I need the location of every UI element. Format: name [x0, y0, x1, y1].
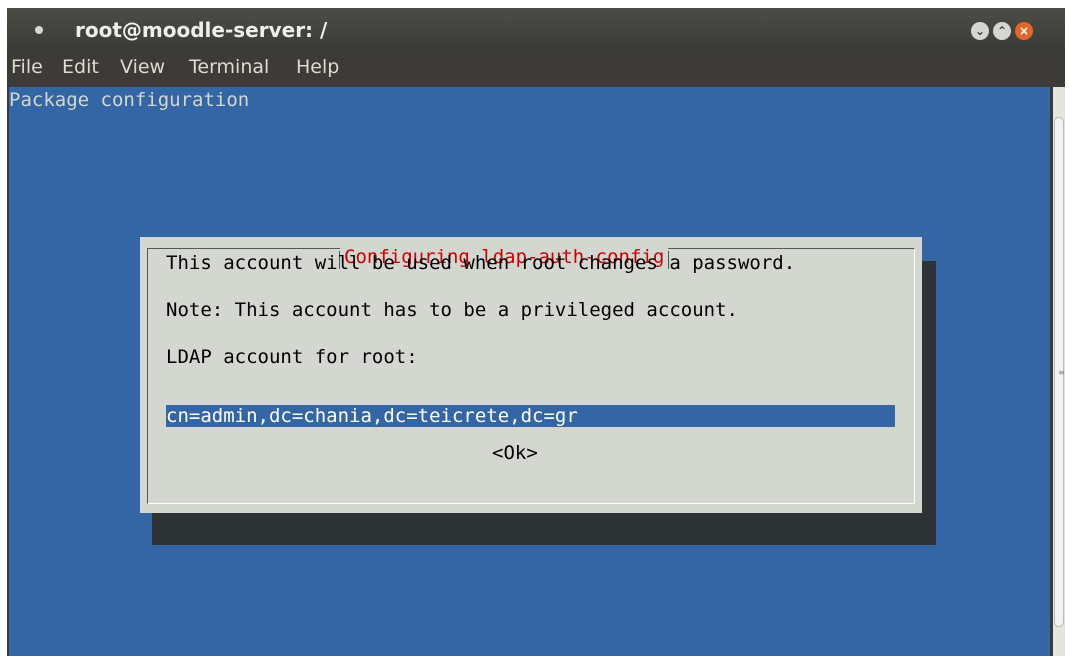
close-icon[interactable]: × — [1015, 22, 1033, 40]
ok-button[interactable]: <Ok> — [492, 442, 538, 464]
maximize-icon[interactable]: ⌃ — [993, 22, 1011, 40]
terminal-area[interactable]: Package configuration Configuring ldap-a… — [9, 87, 1050, 656]
scroll-thumb[interactable]: ≡ — [1054, 117, 1065, 627]
menu-file[interactable]: File — [11, 56, 43, 78]
config-dialog: Configuring ldap-auth-config This accoun… — [140, 237, 922, 513]
menu-edit[interactable]: Edit — [62, 56, 99, 78]
title-bar[interactable]: root@moodle-server: / ⌄ ⌃ × — [7, 8, 1065, 52]
ldap-prompt: LDAP account for root: — [166, 346, 418, 368]
menu-view[interactable]: View — [120, 56, 165, 78]
menu-help[interactable]: Help — [296, 56, 339, 78]
grip-icon: ≡ — [1058, 368, 1065, 377]
dialog-frame: Configuring ldap-auth-config — [147, 246, 915, 504]
dialog-line-2: Note: This account has to be a privilege… — [166, 299, 738, 321]
scrollbar[interactable]: ≡ — [1053, 87, 1065, 656]
window-title: root@moodle-server: / — [75, 18, 328, 42]
menu-terminal[interactable]: Terminal — [189, 56, 269, 78]
menu-bar: File Edit View Terminal Help — [7, 52, 1065, 87]
package-configuration-header: Package configuration — [9, 89, 250, 111]
ldap-account-input[interactable]: cn=admin,dc=chania,dc=teicrete,dc=gr — [166, 405, 895, 427]
minimize-icon[interactable]: ⌄ — [971, 22, 989, 40]
terminal-window: root@moodle-server: / ⌄ ⌃ × File Edit Vi… — [7, 8, 1065, 656]
dialog-line-1: This account will be used when root chan… — [166, 252, 796, 274]
window-dot-icon — [35, 26, 43, 34]
